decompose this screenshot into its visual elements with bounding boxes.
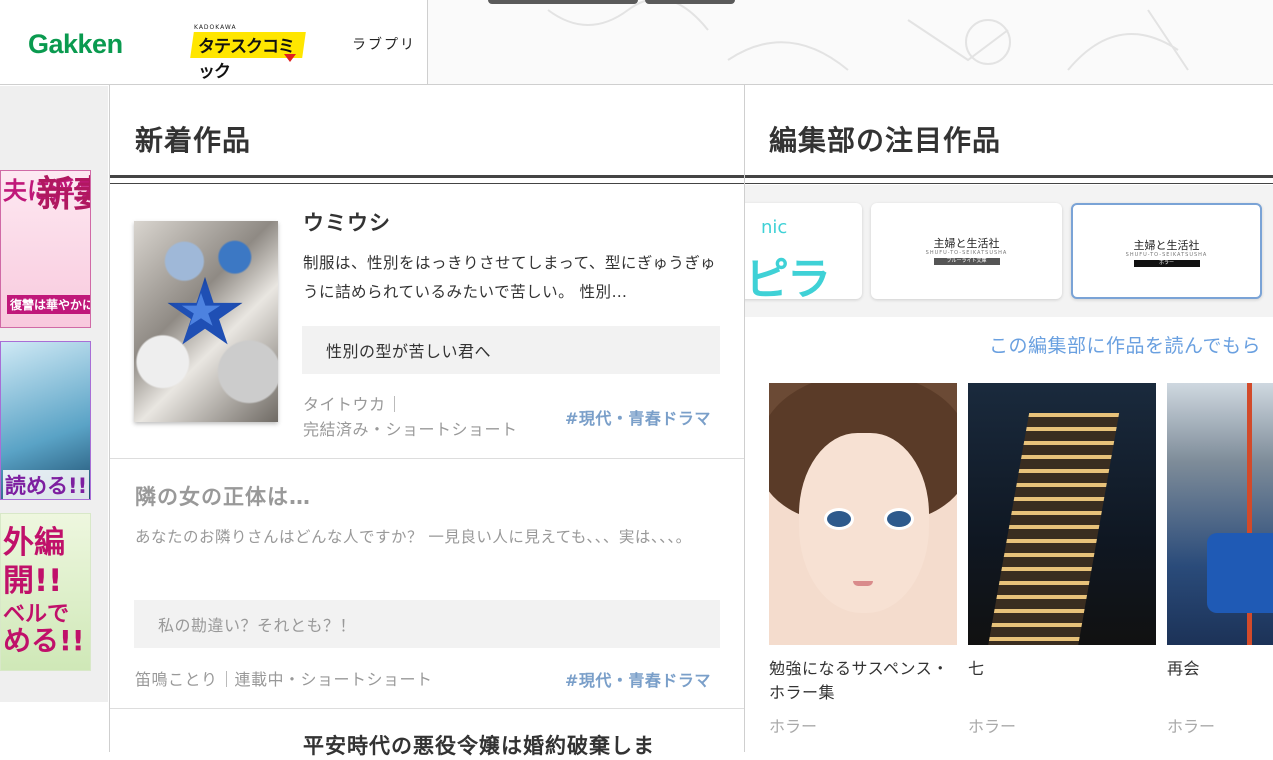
ad-text: 新妻 (37, 173, 90, 215)
featured-work-title[interactable]: 七 (968, 657, 1156, 681)
gakken-logo[interactable]: Gakken (28, 24, 123, 64)
ad-text: 外編 (3, 525, 65, 561)
eye-shape (827, 511, 851, 527)
featured-work[interactable]: 七 ホラー (968, 383, 1156, 736)
ad-text: 読める!! (3, 470, 90, 499)
top-bar: Gakken KADOKAWA タテスクコミック ラブプリ (0, 0, 1273, 85)
featured-heading: 編集部の注目作品 (769, 124, 1002, 157)
publisher-romaji: SHUFU-TO-SEIKATSUSHA (925, 250, 1008, 256)
mouth-shape (853, 581, 873, 586)
kadokawa-label: KADOKAWA (194, 24, 237, 31)
featured-work-image[interactable] (968, 383, 1156, 645)
ad-banner-1[interactable]: 夫に浮気 新妻 復讐は華やかに (0, 170, 91, 328)
work-title[interactable]: 平安時代の悪役令嬢は婚約破棄しま (303, 730, 655, 760)
featured-work-title[interactable]: 再会 (1167, 657, 1273, 681)
work-tag[interactable]: #現代・青春ドラマ (565, 667, 711, 691)
ad-banner-2[interactable]: 読める!! (0, 341, 91, 500)
ad-text: 開!! (3, 563, 63, 599)
featured-work-image[interactable] (1167, 383, 1273, 645)
publisher-logo: ピラ (745, 254, 831, 305)
featured-work[interactable]: 勉強になるサスペンス・ホラー集 ホラー (769, 383, 957, 736)
ad-text: 復讐は華やかに (7, 295, 90, 314)
heading-rule (110, 183, 744, 184)
featured-work-genre: ホラー (1167, 717, 1216, 736)
featured-work[interactable]: 再会 ホラー (1167, 383, 1273, 736)
work-card[interactable]: ウミウシ 制服は、性別をはっきりさせてしまって、型にぎゅうぎゅうに詰められている… (110, 185, 744, 459)
work-author[interactable]: タイトウカ (303, 395, 386, 414)
publisher-card-selected[interactable]: 主婦と生活社 SHUFU-TO-SEIKATSUSHA ホラー (1071, 203, 1262, 299)
featured-work-title[interactable]: 勉強になるサスペンス・ホラー集 (769, 657, 957, 705)
publisher-card[interactable]: nic ピラ (745, 203, 862, 305)
seat-shape (1207, 533, 1273, 613)
sketch-pattern (547, 0, 1189, 71)
work-meta: タイトウカ 完結済み・ショートショート (303, 392, 518, 442)
tateskomic-logo[interactable]: KADOKAWA タテスクコミック (190, 24, 308, 82)
work-status: 完結済み・ショートショート (303, 420, 518, 439)
publisher-card[interactable]: 主婦と生活社 SHUFU-TO-SEIKATSUSHA ブルーライト文庫 (871, 203, 1062, 299)
ad-text: める!! (3, 624, 85, 657)
publisher-label: ブルーライト文庫 (933, 258, 1000, 265)
meta-separator (393, 396, 395, 412)
publisher-name: 主婦と生活社 (933, 237, 1000, 250)
work-catchphrase: 性別の型が苦しい君へ (302, 326, 720, 374)
eye-shape (887, 511, 911, 527)
work-tag[interactable]: #現代・青春ドラマ (565, 405, 711, 429)
work-title[interactable]: ウミウシ (303, 207, 391, 237)
work-meta: 笛鳴ことり 連載中・ショートショート (135, 667, 433, 692)
header-tab-1[interactable] (488, 0, 638, 4)
header-artwork (428, 0, 1273, 84)
face-shape (799, 433, 929, 613)
rabupuri-logo[interactable]: ラブプリ (352, 24, 426, 64)
publisher-label: ホラー (1133, 260, 1200, 267)
featured-work-image[interactable] (769, 383, 957, 645)
work-cover-image[interactable] (134, 221, 278, 422)
new-works-column: 新着作品 ウミウシ 制服は、性別をはっきりさせてしまって、型にぎゅうぎゅうに詰め… (110, 85, 744, 758)
work-description: あなたのお隣りさんはどんな人ですか？ 一見良い人に見えても、、、実は、、、。 (135, 528, 692, 546)
featured-work-genre: ホラー (968, 717, 1017, 736)
publisher-name: 主婦と生活社 (1133, 239, 1200, 252)
publisher-romaji: SHUFU-TO-SEIKATSUSHA (1125, 252, 1208, 258)
heading-rule (745, 183, 1273, 184)
header-tab-2[interactable] (645, 0, 735, 4)
work-title[interactable]: 隣の女の正体は… (135, 481, 311, 511)
work-author[interactable]: 笛鳴ことり (135, 670, 218, 689)
publisher-carousel: nic ピラ 主婦と生活社 SHUFU-TO-SEIKATSUSHA ブルーライ… (745, 185, 1273, 317)
building-shape (986, 413, 1120, 645)
featured-work-genre: ホラー (769, 717, 818, 736)
left-ad-column: 夫に浮気 新妻 復讐は華やかに 読める!! 外編 開!! ベルで める!! (0, 86, 108, 702)
ad-banner-3[interactable]: 外編 開!! ベルで める!! (0, 513, 91, 671)
heading-rule (745, 175, 1273, 178)
work-status: 連載中・ショートショート (234, 670, 433, 689)
publisher-comic-label: nic (761, 217, 788, 238)
work-card[interactable]: 隣の女の正体は… あなたのお隣りさんはどんな人ですか？ 一見良い人に見えても、、… (110, 459, 744, 709)
work-catchphrase: 私の勘違い？それとも？！ (134, 600, 720, 648)
heading-rule (110, 175, 744, 178)
meta-separator (225, 671, 227, 687)
featured-column: 編集部の注目作品 nic ピラ 主婦と生活社 SHUFU-TO-SEIKATSU… (745, 85, 1273, 752)
new-works-heading: 新着作品 (135, 124, 252, 157)
logo-pin-icon (284, 54, 296, 62)
submit-to-editorial-link[interactable]: この編集部に作品を読んでもら (989, 331, 1261, 358)
work-description: 制服は、性別をはっきりさせてしまって、型にぎゅうぎゅうに詰められているみたいで苦… (303, 254, 716, 301)
